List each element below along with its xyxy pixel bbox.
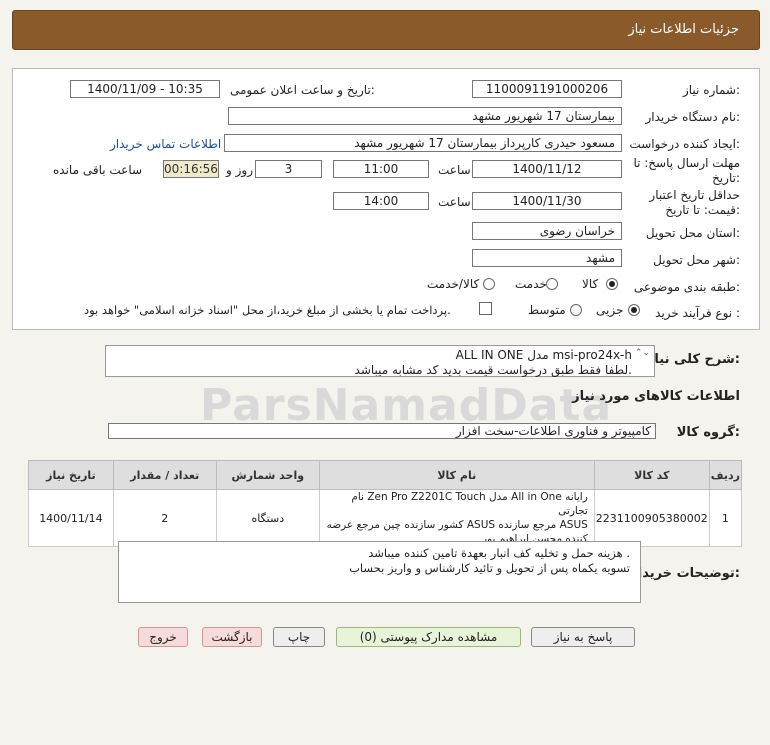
- validity-time-field: 14:00: [333, 192, 429, 210]
- city-field: مشهد: [472, 249, 622, 267]
- buyer-notes-label: توضیحات خریدار:: [630, 566, 740, 581]
- category-label: طبقه بندی موضوعی:: [633, 280, 740, 294]
- buyer-notes-box: هزینه حمل و تخلیه کف انبار بعهدة تامین ک…: [118, 541, 641, 603]
- treasury-checkbox[interactable]: [479, 302, 492, 315]
- category-radio-goods-service[interactable]: [483, 278, 495, 290]
- header-need-date: تاریخ نیاز: [28, 460, 114, 490]
- validity-label-1: حداقل تاریخ اعتبار: [649, 188, 740, 202]
- days-label: روز و: [226, 163, 253, 177]
- summary-line2: لطفا فقط طبق درخواست قیمت بدید کد مشابه …: [354, 363, 632, 377]
- need-number-field: 1100091191000206: [472, 80, 622, 98]
- header-unit: واحد شمارش: [215, 460, 320, 490]
- buyer-notes-line1: هزینه حمل و تخلیه کف انبار بعهدة تامین ک…: [368, 546, 630, 560]
- item-unit: دستگاه: [215, 489, 320, 547]
- exit-button[interactable]: خروج: [138, 627, 188, 647]
- category-option-service: خدمت: [515, 277, 547, 291]
- print-button[interactable]: چاپ: [273, 627, 325, 647]
- goods-group-label: گروه کالا:: [676, 425, 740, 440]
- remaining-timer: 00:16:56: [163, 160, 219, 178]
- header-item-code: کد کالا: [593, 460, 710, 490]
- province-field: خراسان رضوی: [472, 222, 622, 240]
- category-radio-goods[interactable]: [606, 278, 618, 290]
- contact-info-link[interactable]: اطلاعات تماس خریدار: [110, 137, 221, 151]
- deadline-time-label: ساعت: [438, 163, 471, 177]
- item-name: رایانه All in One مدل Zen Pro Z2201C Tou…: [318, 489, 595, 547]
- goods-section-title: اطلاعات کالاهای مورد نیاز: [572, 389, 740, 404]
- scroll-arrows-icon[interactable]: ⌃⌄: [635, 348, 650, 358]
- item-need-date: 1400/11/14: [28, 489, 114, 547]
- back-button[interactable]: بازگشت: [202, 627, 262, 647]
- category-radio-service[interactable]: [546, 278, 558, 290]
- process-radio-medium[interactable]: [570, 304, 582, 316]
- summary-label: شرح کلی نیاز:: [646, 352, 740, 367]
- creator-field: مسعود حیدری کارپرداز بیمارستان 17 شهریور…: [224, 134, 622, 152]
- process-option-minor: جزیی: [596, 303, 624, 317]
- process-label: نوع فرآیند خرید :: [655, 306, 740, 320]
- province-label: استان محل تحویل:: [645, 226, 740, 240]
- category-option-goods: کالا: [582, 277, 599, 291]
- category-option-goods-service: کالا/خدمت: [427, 277, 480, 291]
- header-quantity: تعداد / مقدار: [112, 460, 217, 490]
- deadline-date-field: 1400/11/12: [472, 160, 622, 178]
- item-code: 2231100905380002: [593, 489, 710, 547]
- validity-date-field: 1400/11/30: [472, 192, 622, 210]
- city-label: شهر محل تحویل:: [653, 253, 740, 267]
- need-number-label: شماره نیاز:: [682, 83, 740, 97]
- buyer-org-label: نام دستگاه خریدار:: [645, 110, 741, 124]
- item-name-line2: ASUS مرجع سازنده ASUS کشور سازنده چین مر…: [326, 519, 588, 531]
- row-number: 1: [708, 489, 743, 547]
- days-field: 3: [255, 160, 322, 178]
- header-row-number: ردیف: [708, 460, 743, 490]
- reply-button[interactable]: پاسخ به نیاز: [531, 627, 635, 647]
- item-name-line1: رایانه All in One مدل Zen Pro Z2201C Tou…: [351, 491, 588, 517]
- table-row: 1 2231100905380002 رایانه All in One مدل…: [28, 489, 743, 547]
- validity-label-2: قیمت: تا تاریخ:: [665, 203, 740, 217]
- deadline-label-1: مهلت ارسال پاسخ: تا: [633, 156, 740, 170]
- page-title: جزئیات اطلاعات نیاز: [628, 22, 739, 37]
- deadline-time-field: 11:00: [333, 160, 429, 178]
- creator-label: ایجاد کننده درخواست:: [629, 137, 740, 151]
- announce-field: 1400/11/09 - 10:35: [70, 80, 220, 98]
- process-radio-minor[interactable]: [628, 304, 640, 316]
- goods-table: ردیف کد کالا نام کالا واحد شمارش تعداد /…: [28, 460, 743, 547]
- goods-group-field: کامپیوتر و فناوری اطلاعات-سخت افزار: [108, 423, 656, 439]
- treasury-note: پرداخت تمام یا بخشی از مبلغ خرید،از محل …: [84, 303, 451, 317]
- summary-box: ⌃⌄ ALL IN ONE مدل msi-pro24x-h لطفا فقط …: [105, 345, 655, 377]
- view-attachments-button[interactable]: مشاهده مدارک پیوستی (0): [336, 627, 521, 647]
- table-header-row: ردیف کد کالا نام کالا واحد شمارش تعداد /…: [28, 460, 743, 490]
- page-header: جزئیات اطلاعات نیاز: [12, 10, 760, 50]
- remaining-label: ساعت باقی مانده: [53, 163, 143, 177]
- buyer-org-field: بیمارستان 17 شهریور مشهد: [228, 107, 622, 125]
- validity-time-label: ساعت: [438, 195, 471, 209]
- announce-label: تاریخ و ساعت اعلان عمومی:: [230, 83, 375, 97]
- buyer-notes-line2: تسویه یکماه پس از تحویل و تائید کارشناس …: [349, 561, 630, 575]
- item-quantity: 2: [112, 489, 217, 547]
- summary-line1: ALL IN ONE مدل msi-pro24x-h: [455, 348, 632, 362]
- process-option-medium: متوسط: [528, 303, 566, 317]
- header-item-name: نام کالا: [318, 460, 595, 490]
- deadline-label-2: تاریخ:: [712, 171, 740, 185]
